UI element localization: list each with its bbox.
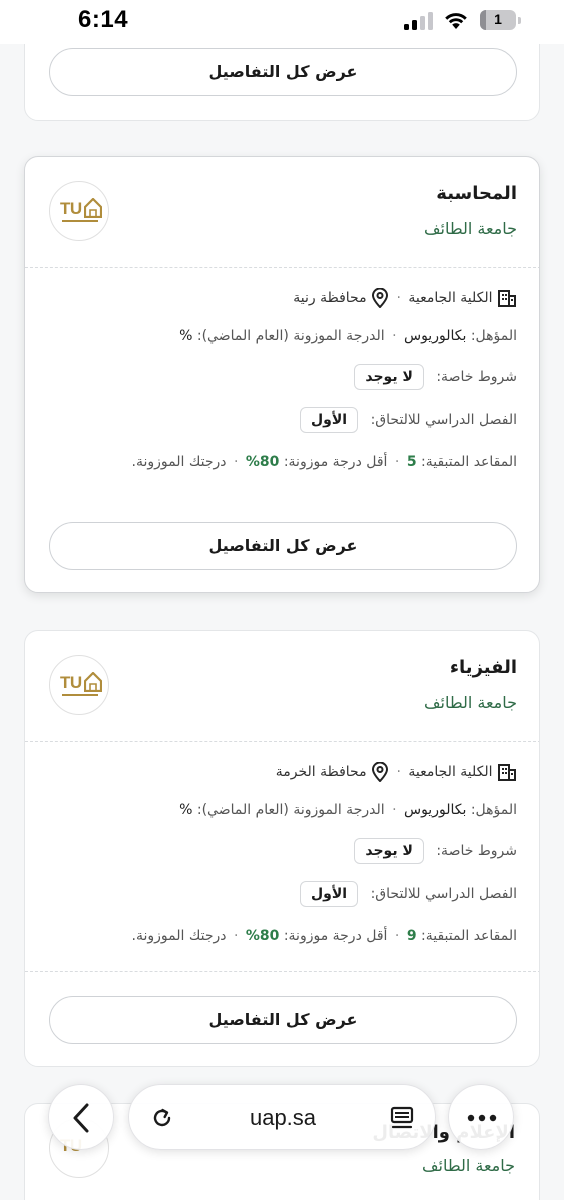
conditions-label: شروط خاصة: bbox=[436, 369, 517, 385]
location-pin-icon bbox=[372, 762, 389, 782]
program-title: المحاسبة bbox=[436, 183, 517, 204]
conditions-tag: لا يوجد bbox=[354, 838, 424, 864]
term-row: الفصل الدراسي للالتحاق: الأول bbox=[300, 881, 517, 907]
qualification-label: المؤهل: bbox=[470, 328, 517, 344]
weighted-label: الدرجة الموزونة (العام الماضي): bbox=[196, 802, 385, 818]
university-name: جامعة الطائف bbox=[423, 693, 517, 712]
cellular-signal-icon bbox=[404, 12, 434, 30]
dashed-divider bbox=[25, 971, 539, 972]
min-score-value: 80% bbox=[245, 454, 280, 470]
seats-value: 5 bbox=[406, 454, 417, 470]
qualification-row: المؤهل: بكالوريوس · الدرجة الموزونة (الع… bbox=[179, 802, 517, 818]
logo-letters: TU bbox=[60, 199, 82, 218]
weighted-value: % bbox=[179, 802, 193, 818]
qualification-value: بكالوريوس bbox=[403, 802, 467, 818]
term-row: الفصل الدراسي للالتحاق: الأول bbox=[300, 407, 517, 433]
chevron-left-icon bbox=[73, 1103, 89, 1133]
qualification-row: المؤهل: بكالوريوس · الدرجة الموزونة (الع… bbox=[179, 328, 517, 344]
view-details-button[interactable]: عرض كل التفاصيل bbox=[49, 522, 517, 570]
card-header: الفيزياء جامعة الطائف TU bbox=[25, 631, 539, 741]
status-time: 6:14 bbox=[78, 6, 129, 33]
more-dots-icon bbox=[467, 1114, 497, 1122]
battery-icon: 1 bbox=[480, 10, 516, 30]
min-score-value: 80% bbox=[245, 928, 280, 944]
weighted-value: % bbox=[179, 328, 193, 344]
qualification-value: بكالوريوس bbox=[403, 328, 467, 344]
status-bar: 6:14 1 bbox=[0, 0, 564, 44]
conditions-label: شروط خاصة: bbox=[436, 843, 517, 859]
min-score-label: أقل درجة موزونة: bbox=[283, 928, 388, 944]
reader-mode-icon[interactable] bbox=[387, 1103, 417, 1133]
browser-toolbar: uap.sa bbox=[0, 1074, 564, 1200]
scroll-fade bbox=[25, 485, 539, 513]
conditions-row: شروط خاصة: لا يوجد bbox=[354, 838, 517, 864]
battery-level: 1 bbox=[494, 11, 502, 27]
conditions-tag: لا يوجد bbox=[354, 364, 424, 390]
seats-label: المقاعد المتبقية: bbox=[421, 454, 517, 470]
location-row: الكلية الجامعية · محافظة الخرمة bbox=[276, 762, 517, 788]
term-label: الفصل الدراسي للالتحاق: bbox=[370, 412, 517, 428]
university-name: جامعة الطائف bbox=[423, 219, 517, 238]
term-tag: الأول bbox=[300, 407, 359, 433]
weighted-label: الدرجة الموزونة (العام الماضي): bbox=[196, 328, 385, 344]
your-score-label: درجتك الموزونة. bbox=[131, 454, 227, 470]
term-label: الفصل الدراسي للالتحاق: bbox=[370, 886, 517, 902]
conditions-row: شروط خاصة: لا يوجد bbox=[354, 364, 517, 390]
view-details-button[interactable]: عرض كل التفاصيل bbox=[49, 996, 517, 1044]
location-pin-icon bbox=[372, 288, 389, 308]
seats-value: 9 bbox=[406, 928, 417, 944]
address-bar[interactable]: uap.sa bbox=[128, 1084, 436, 1150]
program-card-physics[interactable]: الفيزياء جامعة الطائف TU الكلية الجامعية… bbox=[24, 630, 540, 1067]
program-card-accounting[interactable]: المحاسبة جامعة الطائف TU الكلية الجامعية… bbox=[24, 156, 540, 593]
view-details-button[interactable]: عرض كل التفاصيل bbox=[49, 48, 517, 96]
college-name: الكلية الجامعية bbox=[408, 764, 493, 780]
seats-row: المقاعد المتبقية: 9 · أقل درجة موزونة: 8… bbox=[131, 928, 517, 944]
battery-tip bbox=[518, 17, 521, 24]
back-button[interactable] bbox=[48, 1084, 114, 1150]
term-tag: الأول bbox=[300, 881, 359, 907]
location-name: محافظة رنية bbox=[293, 290, 367, 306]
program-title: الفيزياء bbox=[449, 657, 517, 678]
seats-row: المقاعد المتبقية: 5 · أقل درجة موزونة: 8… bbox=[131, 454, 517, 470]
college-name: الكلية الجامعية bbox=[408, 290, 493, 306]
university-logo: TU bbox=[49, 655, 109, 715]
your-score-label: درجتك الموزونة. bbox=[131, 928, 227, 944]
card-body: الكلية الجامعية · محافظة رنية المؤهل: بك… bbox=[25, 268, 539, 513]
seats-label: المقاعد المتبقية: bbox=[421, 928, 517, 944]
building-icon bbox=[498, 764, 516, 781]
location-row: الكلية الجامعية · محافظة رنية bbox=[293, 288, 517, 314]
qualification-label: المؤهل: bbox=[470, 802, 517, 818]
logo-emblem-icon bbox=[84, 672, 102, 692]
wifi-icon bbox=[445, 13, 467, 29]
logo-emblem-icon bbox=[84, 198, 102, 218]
university-logo: TU bbox=[49, 181, 109, 241]
card-body: الكلية الجامعية · محافظة الخرمة المؤهل: … bbox=[25, 742, 539, 987]
building-icon bbox=[498, 290, 516, 307]
more-button[interactable] bbox=[448, 1084, 514, 1150]
min-score-label: أقل درجة موزونة: bbox=[283, 454, 388, 470]
logo-letters: TU bbox=[60, 673, 82, 692]
location-name: محافظة الخرمة bbox=[275, 764, 367, 780]
card-header: المحاسبة جامعة الطائف TU bbox=[25, 157, 539, 267]
